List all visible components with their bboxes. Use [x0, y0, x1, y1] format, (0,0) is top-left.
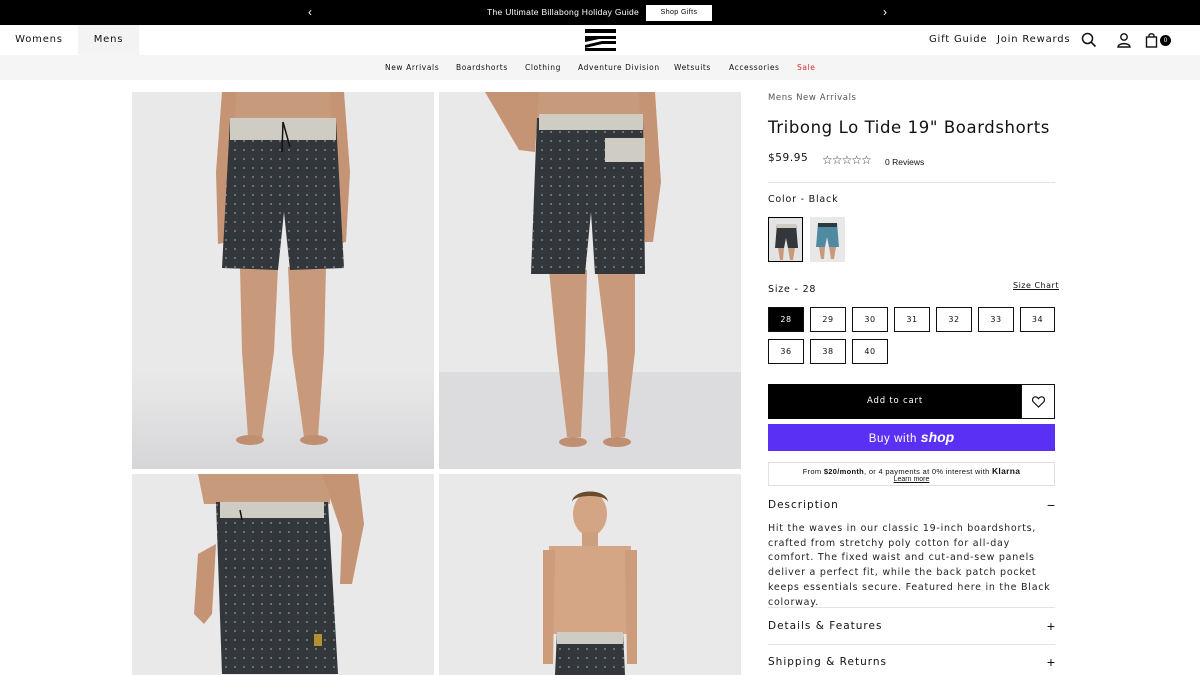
divider: [768, 607, 1055, 608]
announcement-bar: ‹ The Ultimate Billabong Holiday Guide S…: [0, 0, 1200, 25]
description-text: Hit the waves in our classic 19-inch boa…: [768, 523, 1051, 608]
klarna-learn-more-link[interactable]: Learn more: [769, 476, 1054, 483]
klarna-logo: Klarna: [991, 466, 1021, 476]
account-icon[interactable]: [1116, 32, 1132, 48]
nav-adventure-division[interactable]: Adventure Division: [578, 55, 660, 80]
gift-guide-link[interactable]: Gift Guide: [929, 25, 987, 55]
product-image-side[interactable]: [132, 474, 434, 675]
shop-brand: shop: [920, 429, 955, 445]
size-option-34[interactable]: 34: [1020, 307, 1055, 332]
product-price: $59.95: [768, 152, 809, 164]
klarna-message: From $20/month, or 4 payments at 0% inte…: [768, 462, 1055, 486]
description-heading: Description: [768, 499, 839, 511]
size-option-32[interactable]: 32: [936, 307, 972, 332]
billabong-logo[interactable]: [585, 29, 616, 51]
size-option-33[interactable]: 33: [978, 307, 1014, 332]
product-title: Tribong Lo Tide 19" Boardshorts: [768, 118, 1050, 137]
product-image-model[interactable]: [439, 474, 741, 675]
shop-gifts-button[interactable]: Shop Gifts: [646, 5, 712, 21]
chevron-right-icon[interactable]: ›: [883, 5, 887, 19]
nav-accessories[interactable]: Accessories: [729, 55, 780, 80]
breadcrumb[interactable]: Mens New Arrivals: [768, 93, 857, 103]
minus-icon: −: [1046, 497, 1055, 513]
nav-boardshorts[interactable]: Boardshorts: [456, 55, 508, 80]
shipping-heading: Shipping & Returns: [768, 656, 887, 668]
size-option-30[interactable]: 30: [852, 307, 888, 332]
color-swatch-blue[interactable]: [810, 217, 845, 262]
size-option-29[interactable]: 29: [810, 307, 846, 332]
tab-womens[interactable]: Womens: [0, 25, 78, 55]
add-to-cart-button[interactable]: Add to cart: [768, 384, 1022, 419]
klarna-amount: $20/month: [823, 467, 865, 476]
chevron-left-icon[interactable]: ‹: [308, 5, 312, 19]
accordion-description[interactable]: Description −: [768, 497, 1055, 519]
site-header: Womens Mens Gift Guide Join Rewards 0: [0, 25, 1200, 55]
color-label: Color - Black: [768, 194, 839, 205]
size-option-40[interactable]: 40: [852, 339, 888, 364]
buy-with-shop-button[interactable]: Buy with shop: [768, 424, 1055, 451]
size-option-38[interactable]: 38: [810, 339, 846, 364]
klarna-prefix: From: [802, 467, 824, 476]
reviews-count[interactable]: 0 Reviews: [885, 157, 924, 167]
klarna-suffix: , or 4 payments at 0% interest with: [864, 467, 992, 476]
product-image-back[interactable]: [439, 92, 741, 469]
size-option-28[interactable]: 28: [768, 307, 804, 332]
details-heading: Details & Features: [768, 620, 883, 632]
size-option-31[interactable]: 31: [894, 307, 930, 332]
rating-stars-icon[interactable]: ☆☆☆☆☆: [822, 154, 872, 167]
nav-clothing[interactable]: Clothing: [525, 55, 561, 80]
tab-mens[interactable]: Mens: [78, 25, 139, 55]
accordion-shipping[interactable]: Shipping & Returns +: [768, 654, 1055, 675]
product-image-front[interactable]: [132, 92, 434, 469]
nav-sale[interactable]: Sale: [797, 55, 815, 80]
nav-new-arrivals[interactable]: New Arrivals: [385, 55, 439, 80]
plus-icon: +: [1046, 618, 1055, 634]
plus-icon: +: [1046, 654, 1055, 670]
bag-icon[interactable]: [1144, 32, 1160, 48]
divider: [768, 644, 1055, 645]
main-nav: New Arrivals Boardshorts Clothing Advent…: [0, 55, 1200, 80]
wishlist-button[interactable]: [1021, 384, 1055, 419]
size-label: Size - 28: [768, 284, 817, 295]
accordion-details[interactable]: Details & Features +: [768, 618, 1055, 640]
nav-wetsuits[interactable]: Wetsuits: [674, 55, 711, 80]
size-chart-link[interactable]: Size Chart: [1013, 281, 1059, 290]
search-icon[interactable]: [1081, 32, 1097, 48]
color-swatch-black[interactable]: [768, 217, 803, 262]
size-option-36[interactable]: 36: [768, 339, 804, 364]
cart-count-badge: 0: [1160, 35, 1171, 46]
divider: [768, 182, 1055, 183]
join-rewards-link[interactable]: Join Rewards: [997, 25, 1070, 55]
heart-icon: [1032, 396, 1045, 408]
announcement-message[interactable]: The Ultimate Billabong Holiday Guide: [487, 7, 639, 17]
buy-with-label: Buy with: [868, 433, 917, 445]
